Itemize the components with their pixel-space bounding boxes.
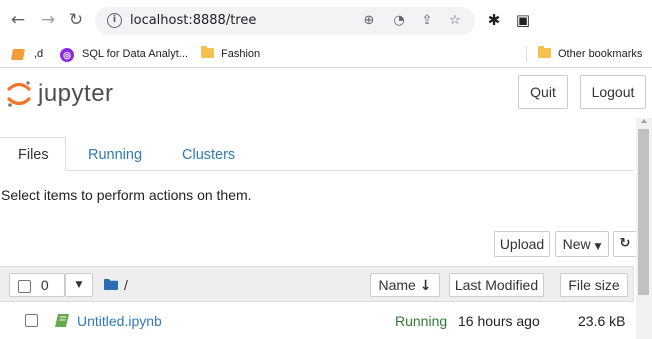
folder-icon: [538, 46, 551, 58]
bookmark-label: Fashion: [221, 48, 261, 60]
new-label: New: [562, 236, 591, 252]
last-modified-value: 16 hours ago: [458, 313, 540, 329]
refresh-icon[interactable]: ↻: [613, 231, 637, 257]
file-name-link[interactable]: Untitled.ipynb: [77, 312, 162, 330]
browser-toolbar: ← → ↻ i localhost:8888/tree ⊕ ◔ ⇪ ☆ ✱ ▣: [0, 0, 652, 40]
back-arrow-icon[interactable]: ←: [8, 10, 28, 30]
tabs-underline: [0, 170, 634, 171]
bookmarks-divider: [526, 46, 527, 62]
jupyter-logo-icon: [7, 81, 31, 107]
bookmark-star-icon[interactable]: ☆: [447, 13, 463, 29]
bookmark-item[interactable]: ,d: [34, 45, 43, 63]
folder-icon: [201, 46, 214, 58]
arrow-down-icon: ↓: [419, 278, 432, 294]
sql-site-icon: ◎: [60, 48, 74, 62]
scroll-up-arrow-icon[interactable]: [641, 119, 647, 123]
extensions-puzzle-icon[interactable]: ✱: [485, 11, 503, 29]
performance-icon[interactable]: ◔: [391, 13, 407, 29]
bookmark-item[interactable]: Fashion: [201, 45, 260, 63]
file-size-value: 23.6 kB: [578, 313, 626, 329]
zoom-icon[interactable]: ⊕: [361, 13, 377, 29]
forward-arrow-icon[interactable]: →: [38, 10, 58, 30]
upload-button[interactable]: Upload: [494, 231, 550, 257]
quit-button[interactable]: Quit: [518, 75, 568, 109]
notebook-icon: [55, 314, 69, 327]
sort-last-modified-button[interactable]: Last Modified: [449, 273, 544, 297]
table-row[interactable]: Untitled.ipynb Running 16 hours ago 23.6…: [0, 302, 634, 339]
sort-name-button[interactable]: Name ↓: [370, 273, 440, 297]
breadcrumb-root[interactable]: /: [124, 276, 128, 294]
bookmark-label: SQL for Data Analyt...: [82, 48, 188, 60]
other-bookmarks[interactable]: Other bookmarks: [538, 45, 642, 63]
logout-button[interactable]: Logout: [580, 75, 646, 109]
selected-count: 0: [40, 277, 49, 293]
book-icon: [11, 49, 25, 60]
row-checkbox[interactable]: [25, 314, 38, 327]
address-bar[interactable]: i localhost:8888/tree ⊕ ◔ ⇪ ☆: [95, 7, 475, 35]
sort-name-label: Name: [378, 277, 416, 293]
instructions-text: Select items to perform actions on them.: [1, 187, 252, 203]
select-all-checkbox[interactable]: 0: [9, 273, 65, 297]
tab-clusters[interactable]: Clusters: [182, 146, 235, 164]
site-info-icon[interactable]: i: [107, 13, 122, 28]
running-status: Running: [395, 313, 448, 329]
checkbox-icon: [18, 279, 31, 293]
reload-icon[interactable]: ↻: [66, 10, 86, 30]
side-panel-icon[interactable]: ▣: [514, 11, 532, 29]
caret-down-icon: ▼: [594, 242, 602, 252]
file-list-header: 0 ▼ / Name ↓ Last Modified File size: [0, 266, 634, 302]
tab-files-label[interactable]: Files: [18, 146, 49, 164]
scrollbar-thumb[interactable]: [638, 129, 649, 295]
logo-text: jupyter: [38, 80, 114, 107]
bookmarks-bar: ,d ◎ SQL for Data Analyt... Fashion Other…: [0, 40, 652, 68]
select-menu-caret-icon[interactable]: ▼: [65, 273, 93, 297]
jupyter-header: jupyter Quit Logout: [0, 68, 652, 118]
other-bookmarks-label: Other bookmarks: [558, 48, 643, 60]
folder-icon[interactable]: [104, 279, 118, 290]
bookmark-item[interactable]: ◎ SQL for Data Analyt...: [60, 45, 188, 63]
url-text[interactable]: localhost:8888/tree: [130, 13, 256, 29]
sort-file-size-button[interactable]: File size: [560, 273, 628, 297]
jupyter-logo[interactable]: jupyter: [6, 78, 126, 110]
new-dropdown-button[interactable]: New ▼: [555, 231, 609, 257]
share-icon[interactable]: ⇪: [419, 13, 435, 29]
tab-running[interactable]: Running: [88, 146, 142, 164]
